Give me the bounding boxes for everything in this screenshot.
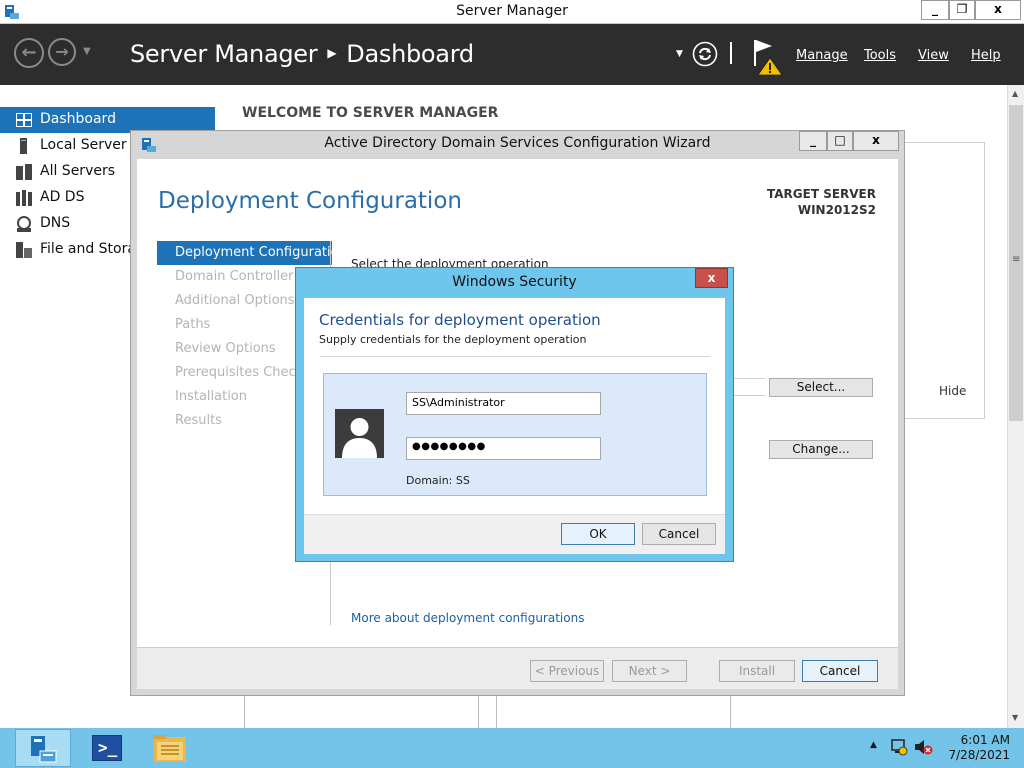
wizard-heading: Deployment Configuration bbox=[158, 188, 462, 214]
powershell-icon[interactable]: >_ bbox=[92, 735, 122, 761]
header-divider bbox=[730, 42, 732, 64]
credentials-subheading: Supply credentials for the deployment op… bbox=[319, 333, 587, 346]
network-icon[interactable] bbox=[890, 738, 908, 756]
select-button[interactable]: Select... bbox=[769, 378, 873, 397]
sidebar-item-label: DNS bbox=[40, 215, 71, 231]
security-footer: OK Cancel bbox=[304, 514, 725, 554]
servers-icon bbox=[16, 164, 32, 180]
sidebar-item-label: Local Server bbox=[40, 137, 127, 153]
wizard-minimize-button[interactable]: _ bbox=[799, 131, 827, 151]
domain-label: Domain: SS bbox=[406, 474, 470, 487]
domain-input[interactable] bbox=[733, 378, 765, 396]
welcome-heading: WELCOME TO SERVER MANAGER bbox=[242, 105, 499, 121]
menu-tools[interactable]: Tools bbox=[864, 48, 896, 63]
ok-button[interactable]: OK bbox=[561, 523, 635, 545]
security-dialog-body: Credentials for deployment operation Sup… bbox=[304, 298, 725, 554]
file-explorer-icon[interactable] bbox=[153, 734, 187, 764]
credential-tile: SS\Administrator ●●●●●●●● Domain: SS bbox=[323, 373, 707, 496]
wizard-footer: < Previous Next > Install Cancel bbox=[137, 647, 898, 689]
wizard-maximize-button[interactable]: □ bbox=[827, 131, 853, 151]
window-title-bar: Server Manager _ ❐ x bbox=[0, 0, 1024, 24]
wizard-title: Active Directory Domain Services Configu… bbox=[324, 135, 711, 151]
window-title: Server Manager bbox=[456, 3, 568, 19]
more-about-link[interactable]: More about deployment configurations bbox=[351, 611, 584, 625]
sidebar-item-label: Dashboard bbox=[40, 111, 116, 127]
refresh-dropdown-icon[interactable]: ▼ bbox=[676, 49, 683, 59]
menu-help[interactable]: Help bbox=[971, 48, 1001, 63]
breadcrumb-separator-icon: ▶ bbox=[327, 46, 337, 60]
vertical-scrollbar[interactable]: ▲ ≡ ▼ bbox=[1007, 85, 1024, 728]
clock-time: 6:01 AM bbox=[960, 733, 1010, 747]
server-manager-icon bbox=[31, 736, 57, 763]
breadcrumb: Server Manager ▶ Dashboard bbox=[130, 40, 474, 68]
sidebar-item-label: All Servers bbox=[40, 163, 116, 179]
wizard-close-button[interactable]: x bbox=[853, 131, 899, 151]
breadcrumb-app: Server Manager bbox=[130, 40, 318, 68]
username-field[interactable]: SS\Administrator bbox=[406, 392, 601, 415]
windows-security-dialog: Windows Security x Credentials for deplo… bbox=[295, 267, 734, 562]
clock[interactable]: 6:01 AM 7/28/2021 bbox=[940, 733, 1010, 763]
forward-button[interactable]: → bbox=[48, 38, 76, 66]
target-server: TARGET SERVER WIN2012S2 bbox=[767, 186, 876, 218]
dns-icon bbox=[17, 216, 31, 232]
credentials-separator bbox=[320, 356, 710, 357]
scroll-up-icon[interactable]: ▲ bbox=[1012, 89, 1018, 98]
taskbar: >_ ▲ 6:01 AM 7/28/2021 bbox=[0, 728, 1024, 768]
menu-view[interactable]: View bbox=[918, 48, 949, 63]
clock-date: 7/28/2021 bbox=[948, 748, 1010, 762]
sidebar-item-label: AD DS bbox=[40, 189, 85, 205]
tile-divider bbox=[478, 696, 479, 728]
adds-icon bbox=[16, 190, 32, 206]
close-button[interactable]: x bbox=[975, 0, 1021, 20]
history-dropdown-icon[interactable]: ▼ bbox=[83, 46, 91, 57]
tile-divider bbox=[244, 696, 245, 728]
tile-divider bbox=[496, 696, 497, 728]
wizard-cancel-button[interactable]: Cancel bbox=[802, 660, 878, 682]
server-icon bbox=[20, 138, 27, 154]
previous-button[interactable]: < Previous bbox=[530, 660, 604, 682]
notifications-flag-icon[interactable] bbox=[752, 38, 784, 76]
password-field[interactable]: ●●●●●●●● bbox=[406, 437, 601, 460]
breadcrumb-page: Dashboard bbox=[346, 40, 474, 68]
welcome-panel bbox=[903, 142, 985, 419]
security-close-button[interactable]: x bbox=[695, 268, 728, 288]
volume-muted-icon[interactable] bbox=[913, 738, 933, 756]
hide-link[interactable]: Hide bbox=[939, 384, 966, 398]
show-hidden-icons-icon[interactable]: ▲ bbox=[870, 740, 877, 750]
minimize-button[interactable]: _ bbox=[921, 0, 949, 20]
back-button[interactable]: ← bbox=[14, 38, 44, 68]
menu-manage[interactable]: Manage bbox=[796, 48, 848, 63]
target-server-label: TARGET SERVER bbox=[767, 187, 876, 201]
target-server-name: WIN2012S2 bbox=[797, 203, 876, 217]
restore-button[interactable]: ❐ bbox=[949, 0, 975, 20]
scroll-grip-icon: ≡ bbox=[1012, 254, 1021, 265]
credentials-heading: Credentials for deployment operation bbox=[319, 311, 601, 329]
install-button[interactable]: Install bbox=[719, 660, 795, 682]
taskbar-server-manager[interactable] bbox=[15, 729, 71, 767]
header-bar: ← → ▼ Server Manager ▶ Dashboard ▼ Manage … bbox=[0, 24, 1024, 85]
dashboard-icon bbox=[16, 113, 32, 127]
wizard-step-deployment[interactable]: Deployment Configuration bbox=[157, 241, 332, 265]
scroll-down-icon[interactable]: ▼ bbox=[1012, 713, 1018, 722]
next-button[interactable]: Next > bbox=[612, 660, 687, 682]
security-cancel-button[interactable]: Cancel bbox=[642, 523, 716, 545]
tile-divider bbox=[730, 696, 731, 728]
security-dialog-title: Windows Security bbox=[452, 274, 577, 290]
refresh-icon[interactable] bbox=[692, 41, 718, 67]
user-avatar-icon bbox=[335, 409, 384, 458]
change-button[interactable]: Change... bbox=[769, 440, 873, 459]
storage-icon bbox=[16, 242, 32, 258]
